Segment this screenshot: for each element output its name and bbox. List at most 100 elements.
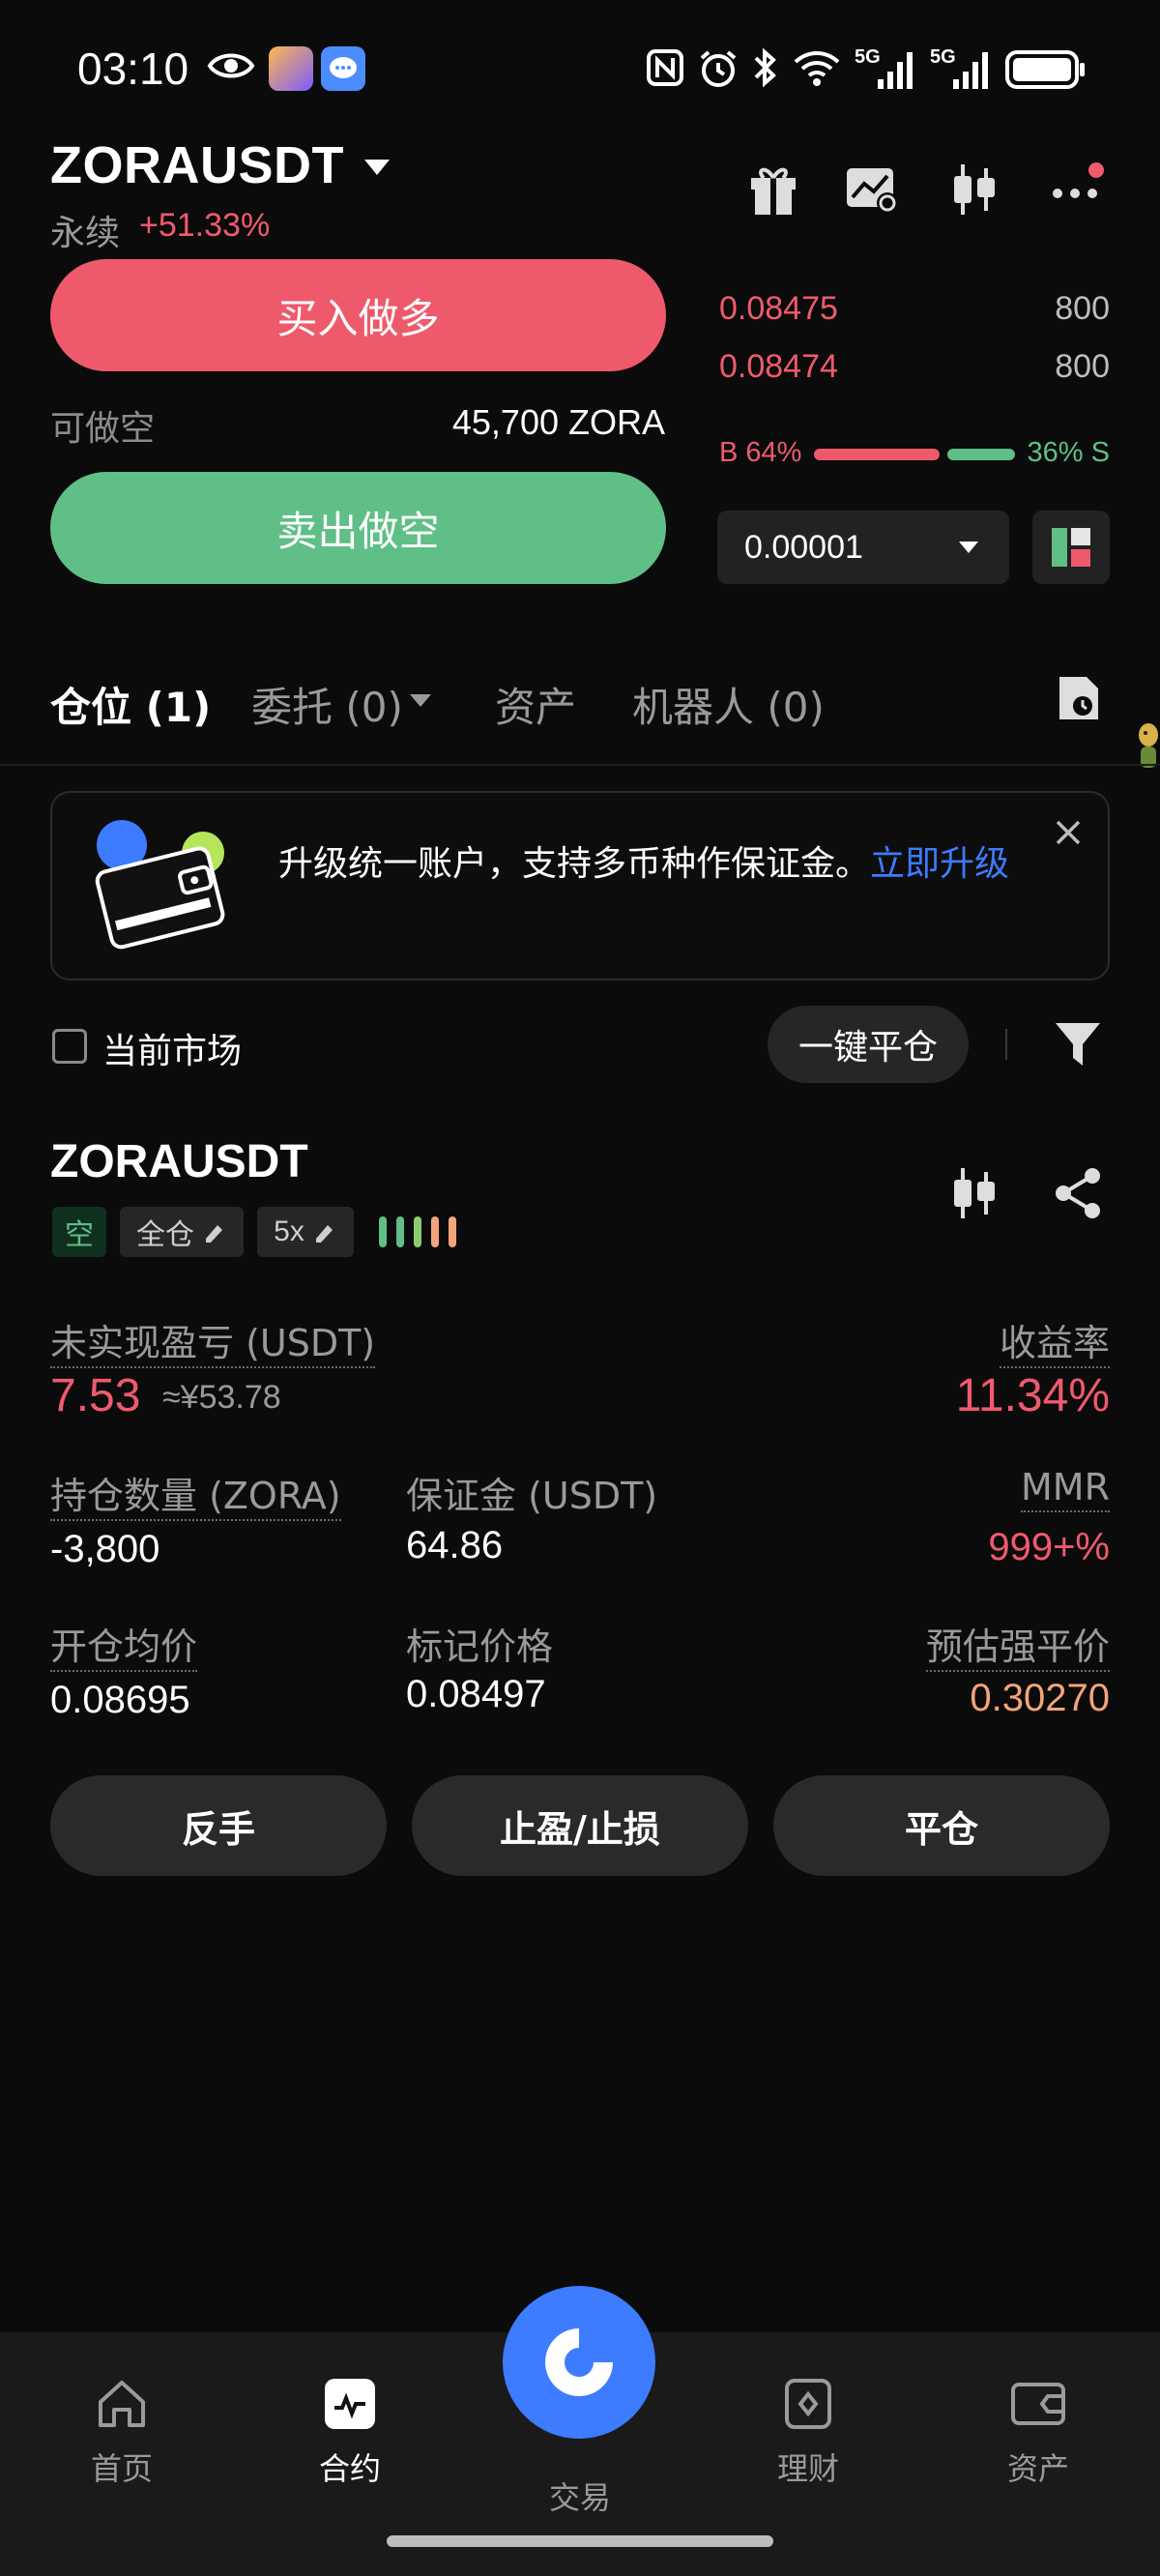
mmr-label[interactable]: MMR — [1021, 1466, 1110, 1512]
tab-divider — [0, 764, 1160, 766]
buy-long-button[interactable]: 买入做多 — [50, 259, 666, 371]
more-icon[interactable] — [1050, 162, 1110, 209]
upgrade-link[interactable]: 立即升级 — [870, 844, 1009, 884]
nav-label: 合约 — [318, 2450, 381, 2487]
unrealized-pnl-value: 7.53 — [50, 1370, 141, 1421]
app-root: 03:10 5G 5G ZORAUSDT 永续 +51.33% 买入做多 可做空… — [0, 0, 1160, 2576]
buy-ratio: B 64% — [719, 437, 802, 468]
nav-assets[interactable]: 资产 — [971, 2377, 1106, 2489]
current-market-label[interactable]: 当前市场 — [102, 1023, 242, 1073]
pair-title[interactable]: ZORAUSDT — [50, 135, 344, 195]
risk-level-bar — [396, 1216, 404, 1247]
position-symbol[interactable]: ZORAUSDT — [50, 1135, 308, 1188]
tick-size-select[interactable]: 0.00001 — [717, 511, 1009, 584]
tab-assets[interactable]: 资产 — [495, 675, 576, 734]
entry-price-value: 0.08695 — [50, 1679, 190, 1721]
mark-price-label: 标记价格 — [406, 1625, 554, 1668]
close-icon[interactable] — [1054, 816, 1083, 856]
sell-ratio: 36% S — [1027, 437, 1110, 468]
nav-trade[interactable]: 交易 — [512, 2474, 648, 2518]
ask-price[interactable]: 0.08474 — [719, 348, 838, 386]
status-time: 03:10 — [77, 44, 189, 94]
liquidation-price-label[interactable]: 预估强平价 — [925, 1617, 1110, 1672]
trade-fab-button[interactable] — [503, 2286, 655, 2439]
mmr-value: 999+% — [988, 1526, 1110, 1568]
ask-qty: 800 — [1055, 348, 1110, 385]
floating-assistant[interactable] — [1131, 716, 1160, 776]
nav-label: 交易 — [548, 2479, 611, 2516]
tp-sl-button[interactable]: 止盈/止损 — [412, 1775, 748, 1876]
price-change: +51.33% — [139, 207, 271, 244]
leverage-label: 5x — [274, 1215, 304, 1247]
upgrade-banner[interactable]: 升级统一账户，支持多币种作保证金。立即升级 — [50, 791, 1110, 981]
orderbook-layout-button[interactable] — [1032, 511, 1110, 584]
message-icon — [321, 46, 365, 91]
ask-price[interactable]: 0.08475 — [719, 290, 838, 328]
filter-icon[interactable] — [1054, 1019, 1102, 1073]
tab-orders[interactable]: 委托 (0) — [251, 675, 403, 734]
nfc-icon — [646, 48, 684, 87]
tab-positions[interactable]: 仓位 (1) — [50, 675, 211, 734]
nav-futures[interactable]: 合约 — [282, 2377, 418, 2489]
chevron-down-icon[interactable] — [410, 694, 431, 707]
bluetooth-icon — [752, 46, 779, 89]
futures-icon — [325, 2379, 375, 2429]
share-icon[interactable] — [1052, 1166, 1104, 1224]
nav-label: 首页 — [90, 2450, 153, 2487]
unrealized-pnl-label[interactable]: 未实现盈亏 (USDT) — [50, 1313, 376, 1368]
entry-price-label[interactable]: 开仓均价 — [50, 1617, 198, 1672]
available-label: 可做空 — [50, 409, 156, 449]
reverse-button[interactable]: 反手 — [50, 1775, 387, 1876]
sell-short-button[interactable]: 卖出做空 — [50, 472, 666, 584]
ask-qty: 800 — [1055, 290, 1110, 327]
tick-size-value: 0.00001 — [744, 528, 863, 566]
earn-icon — [785, 2379, 831, 2429]
risk-level-bar — [414, 1216, 421, 1247]
tab-bots[interactable]: 机器人 (0) — [632, 675, 825, 734]
signal-5g-icon — [858, 50, 918, 91]
side-tag: 空 — [52, 1207, 106, 1257]
chevron-down-icon — [959, 542, 978, 553]
margin-value: 64.86 — [406, 1524, 504, 1566]
signal-5g-icon — [934, 50, 994, 91]
roe-label-text: 收益率 — [999, 1322, 1110, 1368]
mmr-label-text: MMR — [1021, 1466, 1110, 1512]
orderbook-clipped-row — [719, 242, 1106, 265]
risk-level-bar — [379, 1216, 387, 1247]
margin-mode-label: 全仓 — [136, 1218, 194, 1252]
risk-level-bar — [431, 1216, 439, 1247]
available-value: 45,700 ZORA — [451, 402, 665, 442]
nav-label: 理财 — [776, 2450, 839, 2487]
sell-ratio-bar — [947, 449, 1015, 460]
gift-icon[interactable] — [748, 162, 798, 220]
chart-settings-icon[interactable] — [845, 164, 899, 219]
close-all-button[interactable]: 一键平仓 — [768, 1006, 969, 1083]
home-icon — [99, 2381, 145, 2427]
margin-mode-tag[interactable]: 全仓 — [120, 1207, 244, 1257]
app-icon — [269, 46, 313, 91]
nav-earn[interactable]: 理财 — [740, 2377, 876, 2489]
home-indicator — [387, 2535, 773, 2547]
leverage-tag[interactable]: 5x — [257, 1207, 354, 1257]
mark-price-value: 0.08497 — [406, 1673, 546, 1715]
current-market-checkbox[interactable] — [52, 1029, 87, 1064]
unrealized-pnl-label-text: 未实现盈亏 (USDT) — [50, 1322, 376, 1368]
nav-label: 资产 — [1006, 2450, 1069, 2487]
chevron-down-icon[interactable] — [364, 160, 390, 175]
candlestick-icon[interactable] — [949, 1166, 1000, 1224]
history-icon[interactable] — [1056, 673, 1102, 727]
trade-icon — [545, 2328, 613, 2396]
alarm-icon — [698, 48, 739, 89]
roe-label[interactable]: 收益率 — [999, 1313, 1110, 1368]
position-size-label[interactable]: 持仓数量 (ZORA) — [50, 1466, 341, 1521]
margin-label: 保证金 (USDT) — [406, 1475, 658, 1517]
candlestick-icon[interactable] — [949, 162, 1000, 220]
contract-type: 永续 — [50, 214, 121, 253]
close-position-button[interactable]: 平仓 — [773, 1775, 1110, 1876]
position-size-label-text: 持仓数量 (ZORA) — [50, 1475, 341, 1521]
banner-message: 升级统一账户，支持多币种作保证金。 — [278, 844, 871, 884]
nav-home[interactable]: 首页 — [54, 2377, 189, 2489]
wallet-icon — [1011, 2383, 1065, 2425]
risk-level-bar — [449, 1216, 456, 1247]
unrealized-pnl-cny: ≈¥53.78 — [162, 1379, 281, 1416]
